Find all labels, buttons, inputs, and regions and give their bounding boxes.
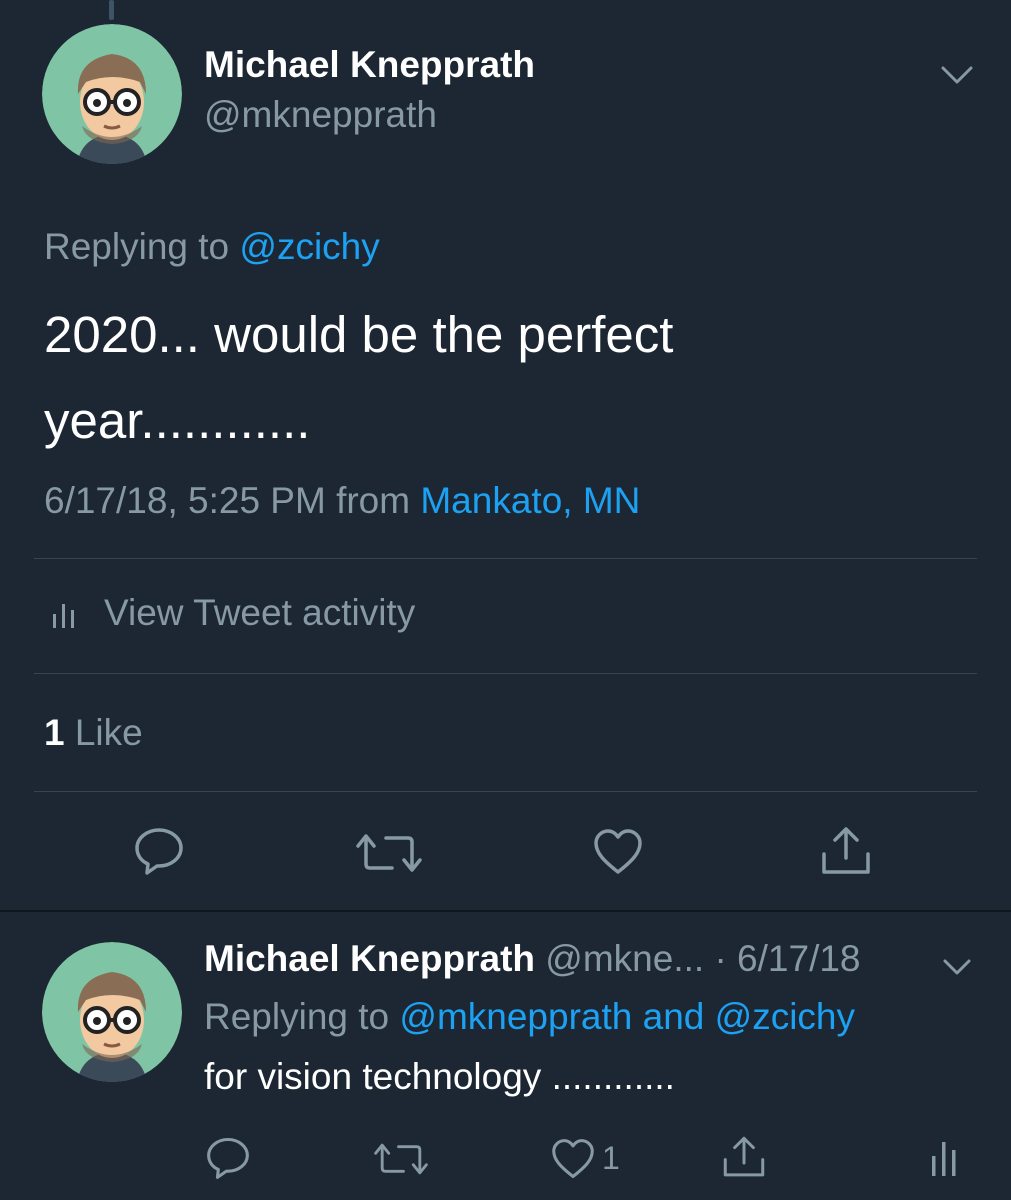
reply-header: Michael Knepprath @mkne... · 6/17/18 [204, 938, 861, 980]
divider [34, 558, 977, 559]
activity-label: View Tweet activity [104, 592, 416, 633]
reply-icon[interactable] [133, 826, 185, 876]
divider [34, 791, 977, 792]
share-icon[interactable] [720, 1134, 768, 1180]
avatar[interactable] [42, 942, 182, 1082]
tweet-text-line-2: year............ [44, 392, 311, 449]
retweet-icon[interactable] [356, 830, 422, 876]
share-icon[interactable] [818, 824, 874, 878]
author-name[interactable]: Michael Knepprath [204, 44, 535, 86]
timestamp: 6/17/18, 5:25 PM from [44, 480, 421, 521]
reply-replying-to: Replying to @mknepprath and @zcichy [204, 996, 855, 1038]
likes-count-row[interactable]: 1 Like [44, 712, 143, 754]
replying-prefix: Replying to [44, 226, 240, 267]
reply-icon[interactable] [205, 1136, 251, 1180]
analytics-icon[interactable] [928, 1138, 960, 1178]
replying-prefix: Replying to [204, 996, 400, 1037]
thread-line [109, 0, 114, 20]
retweet-icon[interactable] [374, 1140, 428, 1178]
location-link[interactable]: Mankato, MN [420, 480, 640, 521]
replying-to-link[interactable]: @mknepprath and @zcichy [399, 996, 855, 1037]
chevron-down-icon[interactable] [942, 958, 972, 976]
tweet-meta: 6/17/18, 5:25 PM from Mankato, MN [44, 480, 640, 522]
activity-icon [53, 604, 74, 628]
author-handle[interactable]: @mknepprath [204, 94, 437, 136]
tweet-separator [0, 910, 1011, 912]
likes-label: Like [64, 712, 143, 753]
tweet-text-line-1: 2020... would be the perfect [44, 306, 674, 363]
reply-date[interactable]: · 6/17/18 [714, 938, 860, 979]
like-icon [552, 1139, 594, 1179]
replying-to: Replying to @zcichy [44, 226, 380, 268]
like-icon[interactable] [592, 828, 644, 876]
reply-author-handle[interactable]: @mkne... [545, 938, 704, 979]
divider [34, 673, 977, 674]
reply-author-name[interactable]: Michael Knepprath [204, 938, 535, 979]
chevron-down-icon[interactable] [940, 64, 974, 86]
replying-to-link[interactable]: @zcichy [239, 226, 379, 267]
reply-like-count: 1 [602, 1140, 620, 1176]
reply-text: for vision technology ............ [204, 1056, 675, 1097]
avatar[interactable] [42, 24, 182, 164]
likes-count: 1 [44, 712, 65, 753]
